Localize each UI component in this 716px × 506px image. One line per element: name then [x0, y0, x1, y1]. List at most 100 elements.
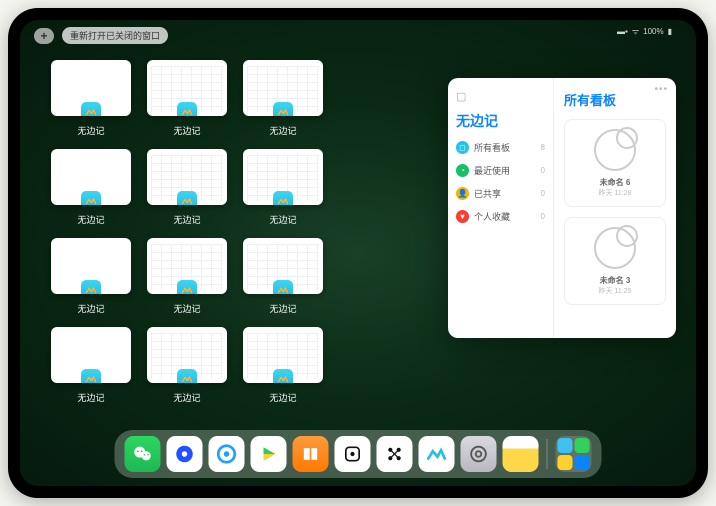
board-card[interactable]: 未命名 6 昨天 11:28	[564, 119, 666, 207]
app-label: 无边记	[173, 391, 200, 404]
sidebar-menu-item[interactable]: ◔ 最近使用 0	[456, 164, 545, 177]
freeform-app-icon	[273, 191, 293, 205]
app-card[interactable]: 无边记	[146, 327, 228, 412]
app-label: 无边记	[77, 124, 104, 137]
app-thumbnail	[147, 327, 227, 383]
dock-separator	[547, 439, 548, 469]
sidebar-menu-item[interactable]: ♥ 个人收藏 0	[456, 210, 545, 223]
menu-item-icon: ◻	[456, 141, 469, 154]
board-time: 昨天 11:28	[599, 188, 632, 198]
app-card[interactable]: 无边记	[242, 60, 324, 145]
battery-icon: ▮	[668, 27, 672, 36]
app-label: 无边记	[77, 302, 104, 315]
dock-app-notes[interactable]	[503, 436, 539, 472]
dock-app-settings[interactable]	[461, 436, 497, 472]
app-thumbnail	[147, 149, 227, 205]
app-thumbnail	[51, 60, 131, 116]
app-switcher-grid: 无边记无边记无边记无边记无边记无边记无边记无边记无边记无边记无边记无边记	[50, 60, 410, 412]
sidebar-toggle-icon[interactable]: ▢	[456, 90, 545, 103]
menu-item-icon: ♥	[456, 210, 469, 223]
app-thumbnail	[51, 238, 131, 294]
app-label: 无边记	[173, 213, 200, 226]
app-thumbnail	[243, 149, 323, 205]
menu-item-label: 个人收藏	[474, 210, 510, 223]
freeform-app-icon	[273, 369, 293, 383]
freeform-app-icon	[177, 102, 197, 116]
ipad-frame: ▬▪ ᯤ 100% ▮ + 重新打开已关闭的窗口 无边记无边记无边记无边记无边记…	[8, 8, 708, 498]
app-label: 无边记	[269, 302, 296, 315]
freeform-app-icon	[81, 102, 101, 116]
dock-app-wechat[interactable]	[125, 436, 161, 472]
app-label: 无边记	[269, 213, 296, 226]
status-bar: ▬▪ ᯤ 100% ▮	[617, 26, 672, 37]
app-label: 无边记	[269, 124, 296, 137]
freeform-app-icon	[273, 102, 293, 116]
app-card[interactable]: 无边记	[146, 60, 228, 145]
menu-item-icon: ◔	[456, 164, 469, 177]
app-thumbnail	[243, 60, 323, 116]
dock-app-dots[interactable]	[377, 436, 413, 472]
menu-item-icon: 👤	[456, 187, 469, 200]
app-thumbnail	[51, 327, 131, 383]
dock-recent-apps-stack[interactable]	[556, 436, 592, 472]
add-button[interactable]: +	[34, 28, 54, 44]
app-card[interactable]: 无边记	[50, 238, 132, 323]
board-thumbnail	[594, 129, 636, 171]
board-name: 未命名 3	[600, 275, 631, 286]
menu-item-count: 0	[541, 189, 545, 198]
app-card[interactable]: 无边记	[242, 149, 324, 234]
board-name: 未命名 6	[600, 177, 631, 188]
freeform-app-icon	[81, 191, 101, 205]
dock-app-dice[interactable]	[335, 436, 371, 472]
signal-icon: ▬▪	[617, 27, 628, 36]
sidebar-menu-item[interactable]: ◻ 所有看板 8	[456, 141, 545, 154]
app-card[interactable]: 无边记	[146, 149, 228, 234]
menu-item-count: 0	[541, 166, 545, 175]
panel-sidebar: ▢ 无边记 ◻ 所有看板 8 ◔ 最近使用 0 👤 已共享 0 ♥ 个人收藏 0	[448, 78, 554, 338]
freeform-app-icon	[273, 280, 293, 294]
freeform-app-icon	[177, 369, 197, 383]
reopen-closed-window-button[interactable]: 重新打开已关闭的窗口	[62, 27, 168, 44]
app-card[interactable]: 无边记	[50, 327, 132, 412]
screen: ▬▪ ᯤ 100% ▮ + 重新打开已关闭的窗口 无边记无边记无边记无边记无边记…	[20, 20, 696, 486]
app-thumbnail	[51, 149, 131, 205]
freeform-panel: ••• ▢ 无边记 ◻ 所有看板 8 ◔ 最近使用 0 👤 已共享 0 ♥ 个人…	[448, 78, 676, 338]
freeform-app-icon	[81, 280, 101, 294]
board-card[interactable]: 未命名 3 昨天 11:25	[564, 217, 666, 305]
app-thumbnail	[147, 60, 227, 116]
app-thumbnail	[243, 238, 323, 294]
app-card[interactable]: 无边记	[50, 60, 132, 145]
wifi-icon: ᯤ	[632, 26, 639, 37]
app-card[interactable]: 无边记	[50, 149, 132, 234]
app-label: 无边记	[77, 391, 104, 404]
dock-app-browser1[interactable]	[167, 436, 203, 472]
dock-app-browser2[interactable]	[209, 436, 245, 472]
panel-right-title: 所有看板	[564, 90, 666, 109]
menu-item-label: 已共享	[474, 187, 501, 200]
topbar: + 重新打开已关闭的窗口	[34, 27, 168, 44]
sidebar-menu-item[interactable]: 👤 已共享 0	[456, 187, 545, 200]
freeform-app-icon	[81, 369, 101, 383]
panel-content: 所有看板 未命名 6 昨天 11:28 未命名 3 昨天 11:25	[554, 78, 676, 338]
freeform-app-icon	[177, 280, 197, 294]
app-label: 无边记	[173, 124, 200, 137]
app-card[interactable]: 无边记	[242, 327, 324, 412]
dock-app-play[interactable]	[251, 436, 287, 472]
menu-item-label: 最近使用	[474, 164, 510, 177]
more-icon[interactable]: •••	[654, 84, 668, 95]
app-card[interactable]: 无边记	[146, 238, 228, 323]
app-label: 无边记	[173, 302, 200, 315]
freeform-app-icon	[177, 191, 197, 205]
app-thumbnail	[243, 327, 323, 383]
menu-item-count: 8	[541, 143, 545, 152]
menu-item-label: 所有看板	[474, 141, 510, 154]
board-thumbnail	[594, 227, 636, 269]
dock-app-books[interactable]	[293, 436, 329, 472]
app-label: 无边记	[269, 391, 296, 404]
battery-percent: 100%	[643, 27, 663, 36]
app-label: 无边记	[77, 213, 104, 226]
panel-title: 无边记	[456, 111, 545, 131]
app-card[interactable]: 无边记	[242, 238, 324, 323]
app-thumbnail	[147, 238, 227, 294]
dock-app-freeform[interactable]	[419, 436, 455, 472]
